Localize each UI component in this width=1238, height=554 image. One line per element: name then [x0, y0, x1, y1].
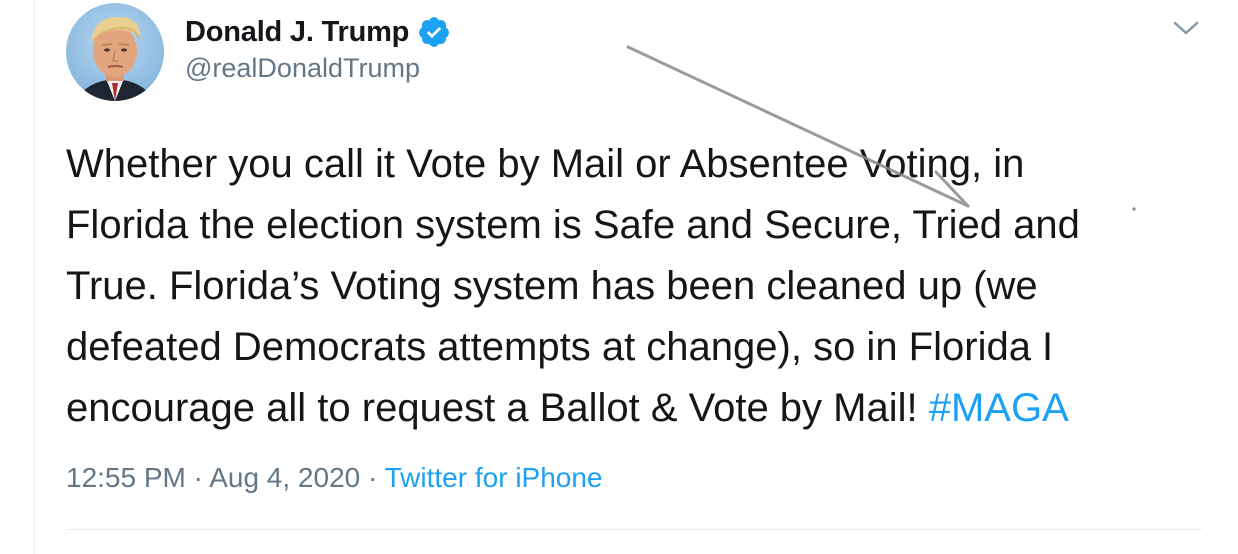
hashtag-link[interactable]: #MAGA	[929, 386, 1069, 430]
meta-separator: ·	[185, 462, 210, 493]
tweet-text: Whether you call it Vote by Mail or Abse…	[66, 134, 1206, 439]
tweet-time[interactable]: 12:55 PM	[66, 462, 186, 493]
meta-separator: ·	[360, 462, 385, 493]
author-name-row[interactable]: Donald J. Trump	[185, 14, 451, 50]
tweet-text-line: Florida the election system is Safe and …	[66, 203, 1080, 247]
tweet-date[interactable]: Aug 4, 2020	[209, 462, 360, 493]
tweet-source-link[interactable]: Twitter for iPhone	[385, 462, 603, 493]
chevron-down-icon[interactable]	[1173, 18, 1199, 38]
author-display-name[interactable]: Donald J. Trump	[185, 16, 409, 49]
tweet-text-line: defeated Democrats attempts at change), …	[66, 325, 1054, 369]
divider	[66, 529, 1202, 530]
author-handle[interactable]: @realDonaldTrump	[185, 53, 420, 84]
tweet-text-line-last: encourage all to request a Ballot & Vote…	[66, 378, 1206, 439]
avatar-image	[66, 3, 164, 101]
tweet-text-line: True. Florida’s Voting system has been c…	[66, 264, 1038, 308]
tweet-text-line: encourage all to request a Ballot & Vote…	[66, 386, 929, 430]
avatar[interactable]	[66, 3, 164, 101]
tweet-meta: 12:55 PM · Aug 4, 2020 · Twitter for iPh…	[66, 462, 603, 494]
verified-badge-icon	[417, 15, 451, 49]
tweet-text-line: Whether you call it Vote by Mail or Abse…	[66, 142, 1025, 186]
